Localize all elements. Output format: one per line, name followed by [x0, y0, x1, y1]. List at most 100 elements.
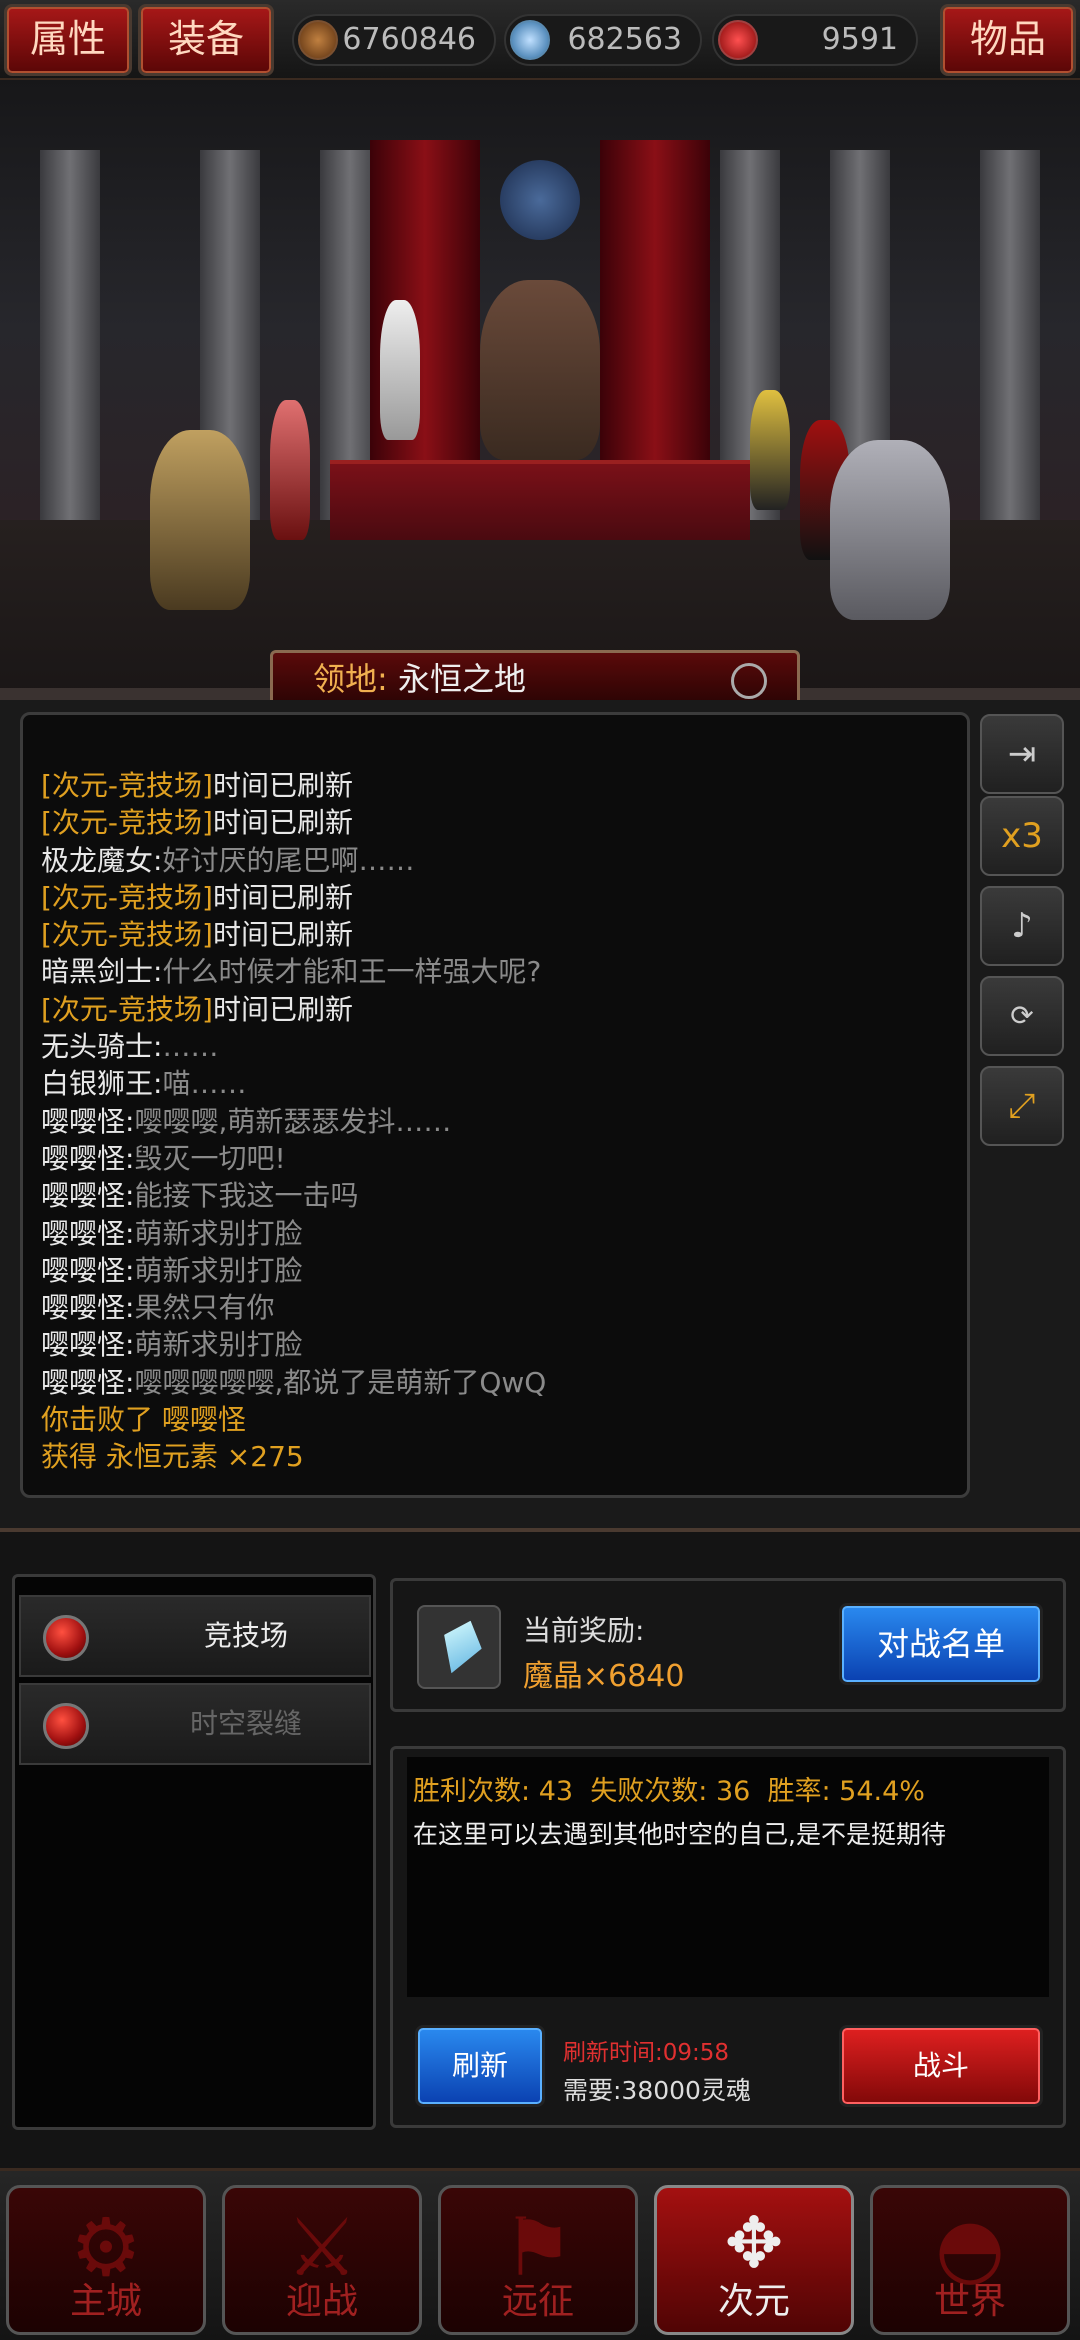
nav-main-city[interactable]: ⚙ 主城: [6, 2185, 206, 2335]
nav-challenge[interactable]: ⚔ 迎战: [222, 2185, 422, 2335]
stats-line: 胜利次数: 43 失败次数: 36 胜率: 54.4%: [413, 1769, 925, 1808]
log-line: [次元-竞技场]时间已刷新: [41, 767, 967, 804]
refresh-button[interactable]: 刷新: [415, 2025, 545, 2107]
log-line: 获得 永恒元素 ×275: [41, 1438, 967, 1475]
gem-icon: [510, 20, 550, 60]
log-tag: [次元-竞技场]: [41, 918, 213, 952]
menu-item-rift[interactable]: 时空裂缝: [19, 1683, 371, 1765]
exit-button[interactable]: ⇥: [980, 714, 1064, 794]
red-orb-icon: [43, 1703, 89, 1749]
gem-counter: 682563: [504, 14, 702, 66]
coin-icon: [298, 20, 338, 60]
log-text: 嘤嘤嘤嘤嘤,都说了是萌新了QwQ: [134, 1365, 547, 1399]
nav-label: 主城: [69, 2281, 142, 2322]
fight-button[interactable]: 战斗: [839, 2025, 1043, 2107]
expand-icon: ⤢: [1008, 1086, 1036, 1126]
red-orb-icon: [43, 1615, 89, 1661]
log-speaker: 嘤嘤怪:: [41, 1141, 135, 1175]
log-line: [次元-竞技场]时间已刷新: [41, 916, 967, 953]
character-sprite: [750, 390, 790, 510]
gem-value: 682563: [567, 22, 682, 57]
nav-label: 迎战: [285, 2281, 358, 2322]
territory-key: 领地:: [313, 660, 388, 698]
log-line: 嘤嘤怪:果然只有你: [41, 1289, 967, 1326]
log-speaker: 嘤嘤怪:: [41, 1104, 135, 1138]
gold-counter: 6760846: [292, 14, 496, 66]
log-line: 嘤嘤怪:毁灭一切吧!: [41, 1140, 967, 1177]
dimension-emblem-icon: ✥: [724, 2202, 784, 2284]
log-line: 嘤嘤怪:萌新求别打脸: [41, 1326, 967, 1363]
items-button[interactable]: 物品: [940, 4, 1076, 76]
log-speaker: 嘤嘤怪:: [41, 1216, 135, 1250]
arena-description: 在这里可以去遇到其他时空的自己,是不是挺期待: [413, 1820, 946, 1849]
log-line: 嘤嘤怪:嘤嘤嘤,萌新瑟瑟发抖……: [41, 1103, 967, 1140]
losses-label: 失败次数:: [590, 1776, 708, 1807]
log-text: 萌新求别打脸: [134, 1253, 303, 1287]
log-line: 极龙魔女:好讨厌的尾巴啊……: [41, 842, 967, 879]
stats-box: 胜利次数: 43 失败次数: 36 胜率: 54.4% 在这里可以去遇到其他时空…: [390, 1746, 1066, 2128]
rate-value: 54.4%: [839, 1776, 925, 1807]
crystal-icon: [417, 1605, 501, 1689]
log-text: 萌新求别打脸: [134, 1328, 303, 1362]
territory-name: 永恒之地: [397, 660, 526, 698]
character-sprite: [150, 430, 250, 610]
log-text: 能接下我这一击吗: [134, 1179, 359, 1213]
log-text: 时间已刷新: [212, 880, 353, 914]
log-line: 嘤嘤怪:嘤嘤嘤嘤嘤,都说了是萌新了QwQ: [41, 1364, 967, 1401]
equipment-button[interactable]: 装备: [138, 4, 274, 76]
soul-icon: [718, 20, 758, 60]
log-tag: [次元-竞技场]: [41, 769, 213, 802]
reward-label: 当前奖励:: [523, 1614, 645, 1647]
log-line: 无头骑士:……: [41, 1028, 967, 1065]
log-speaker: 嘤嘤怪:: [41, 1253, 135, 1287]
log-speaker: 极龙魔女:: [41, 843, 163, 877]
log-text: 萌新求别打脸: [134, 1216, 303, 1250]
match-list-button[interactable]: 对战名单: [839, 1603, 1043, 1685]
rose-window: [500, 160, 580, 240]
nav-world[interactable]: ◓ 世界: [870, 2185, 1070, 2335]
log-speaker: 无头骑士:: [41, 1030, 163, 1064]
speed-button[interactable]: x3: [980, 796, 1064, 876]
log-speaker: 嘤嘤怪:: [41, 1291, 135, 1325]
log-text: 时间已刷新: [212, 918, 353, 952]
top-bar: 属性 装备 6760846 682563 9591 物品: [0, 0, 1080, 80]
nav-label: 次元: [717, 2281, 790, 2322]
log-text: 时间已刷新: [212, 992, 353, 1026]
wins-label: 胜利次数:: [413, 1776, 531, 1807]
character-sprite: [380, 300, 420, 440]
character-sprite: [830, 440, 950, 620]
log-line: 嘤嘤怪:萌新求别打脸: [41, 1215, 967, 1252]
expand-button[interactable]: ⤢: [980, 1066, 1064, 1146]
nav-expedition[interactable]: ⚑ 远征: [438, 2185, 638, 2335]
speaker-icon: ♪: [1011, 906, 1033, 946]
log-tag: [次元-竞技场]: [41, 806, 213, 840]
soul-value: 9591: [821, 22, 898, 57]
log-line: 嘤嘤怪:萌新求别打脸: [41, 1252, 967, 1289]
auto-icon: ⟳: [1010, 999, 1034, 1032]
log-text: 喵……: [162, 1067, 247, 1101]
log-text: ……: [162, 1030, 219, 1064]
auto-button[interactable]: ⟳: [980, 976, 1064, 1056]
edit-icon[interactable]: [731, 663, 767, 699]
attributes-button[interactable]: 属性: [4, 4, 132, 76]
log-line: [次元-竞技场]时间已刷新: [41, 879, 967, 916]
pillar: [40, 150, 100, 530]
throne-room-scene: [0, 80, 1080, 700]
menu-item-label: 竞技场: [203, 1619, 288, 1652]
log-line: 暗黑剑士:什么时候才能和王一样强大呢?: [41, 953, 967, 990]
log-tag: [次元-竞技场]: [41, 880, 213, 914]
log-text: 获得 永恒元素 ×275: [41, 1440, 304, 1474]
character-sprite: [270, 400, 310, 540]
nav-dimension[interactable]: ✥ 次元: [654, 2185, 854, 2335]
soul-counter: 9591: [712, 14, 918, 66]
menu-item-arena[interactable]: 竞技场: [19, 1595, 371, 1677]
menu-item-label: 时空裂缝: [189, 1707, 302, 1740]
mode-list: 竞技场 时空裂缝: [12, 1574, 376, 2130]
log-speaker: 嘤嘤怪:: [41, 1179, 135, 1213]
log-speaker: 嘤嘤怪:: [41, 1365, 135, 1399]
nav-label: 世界: [933, 2281, 1006, 2322]
battle-log[interactable]: [次元-竞技场]时间已刷新 [次元-竞技场]时间已刷新 极龙魔女:好讨厌的尾巴啊………: [20, 712, 970, 1498]
log-text: 好讨厌的尾巴啊……: [162, 843, 415, 877]
log-line: 白银狮王:喵……: [41, 1065, 967, 1102]
sound-button[interactable]: ♪: [980, 886, 1064, 966]
